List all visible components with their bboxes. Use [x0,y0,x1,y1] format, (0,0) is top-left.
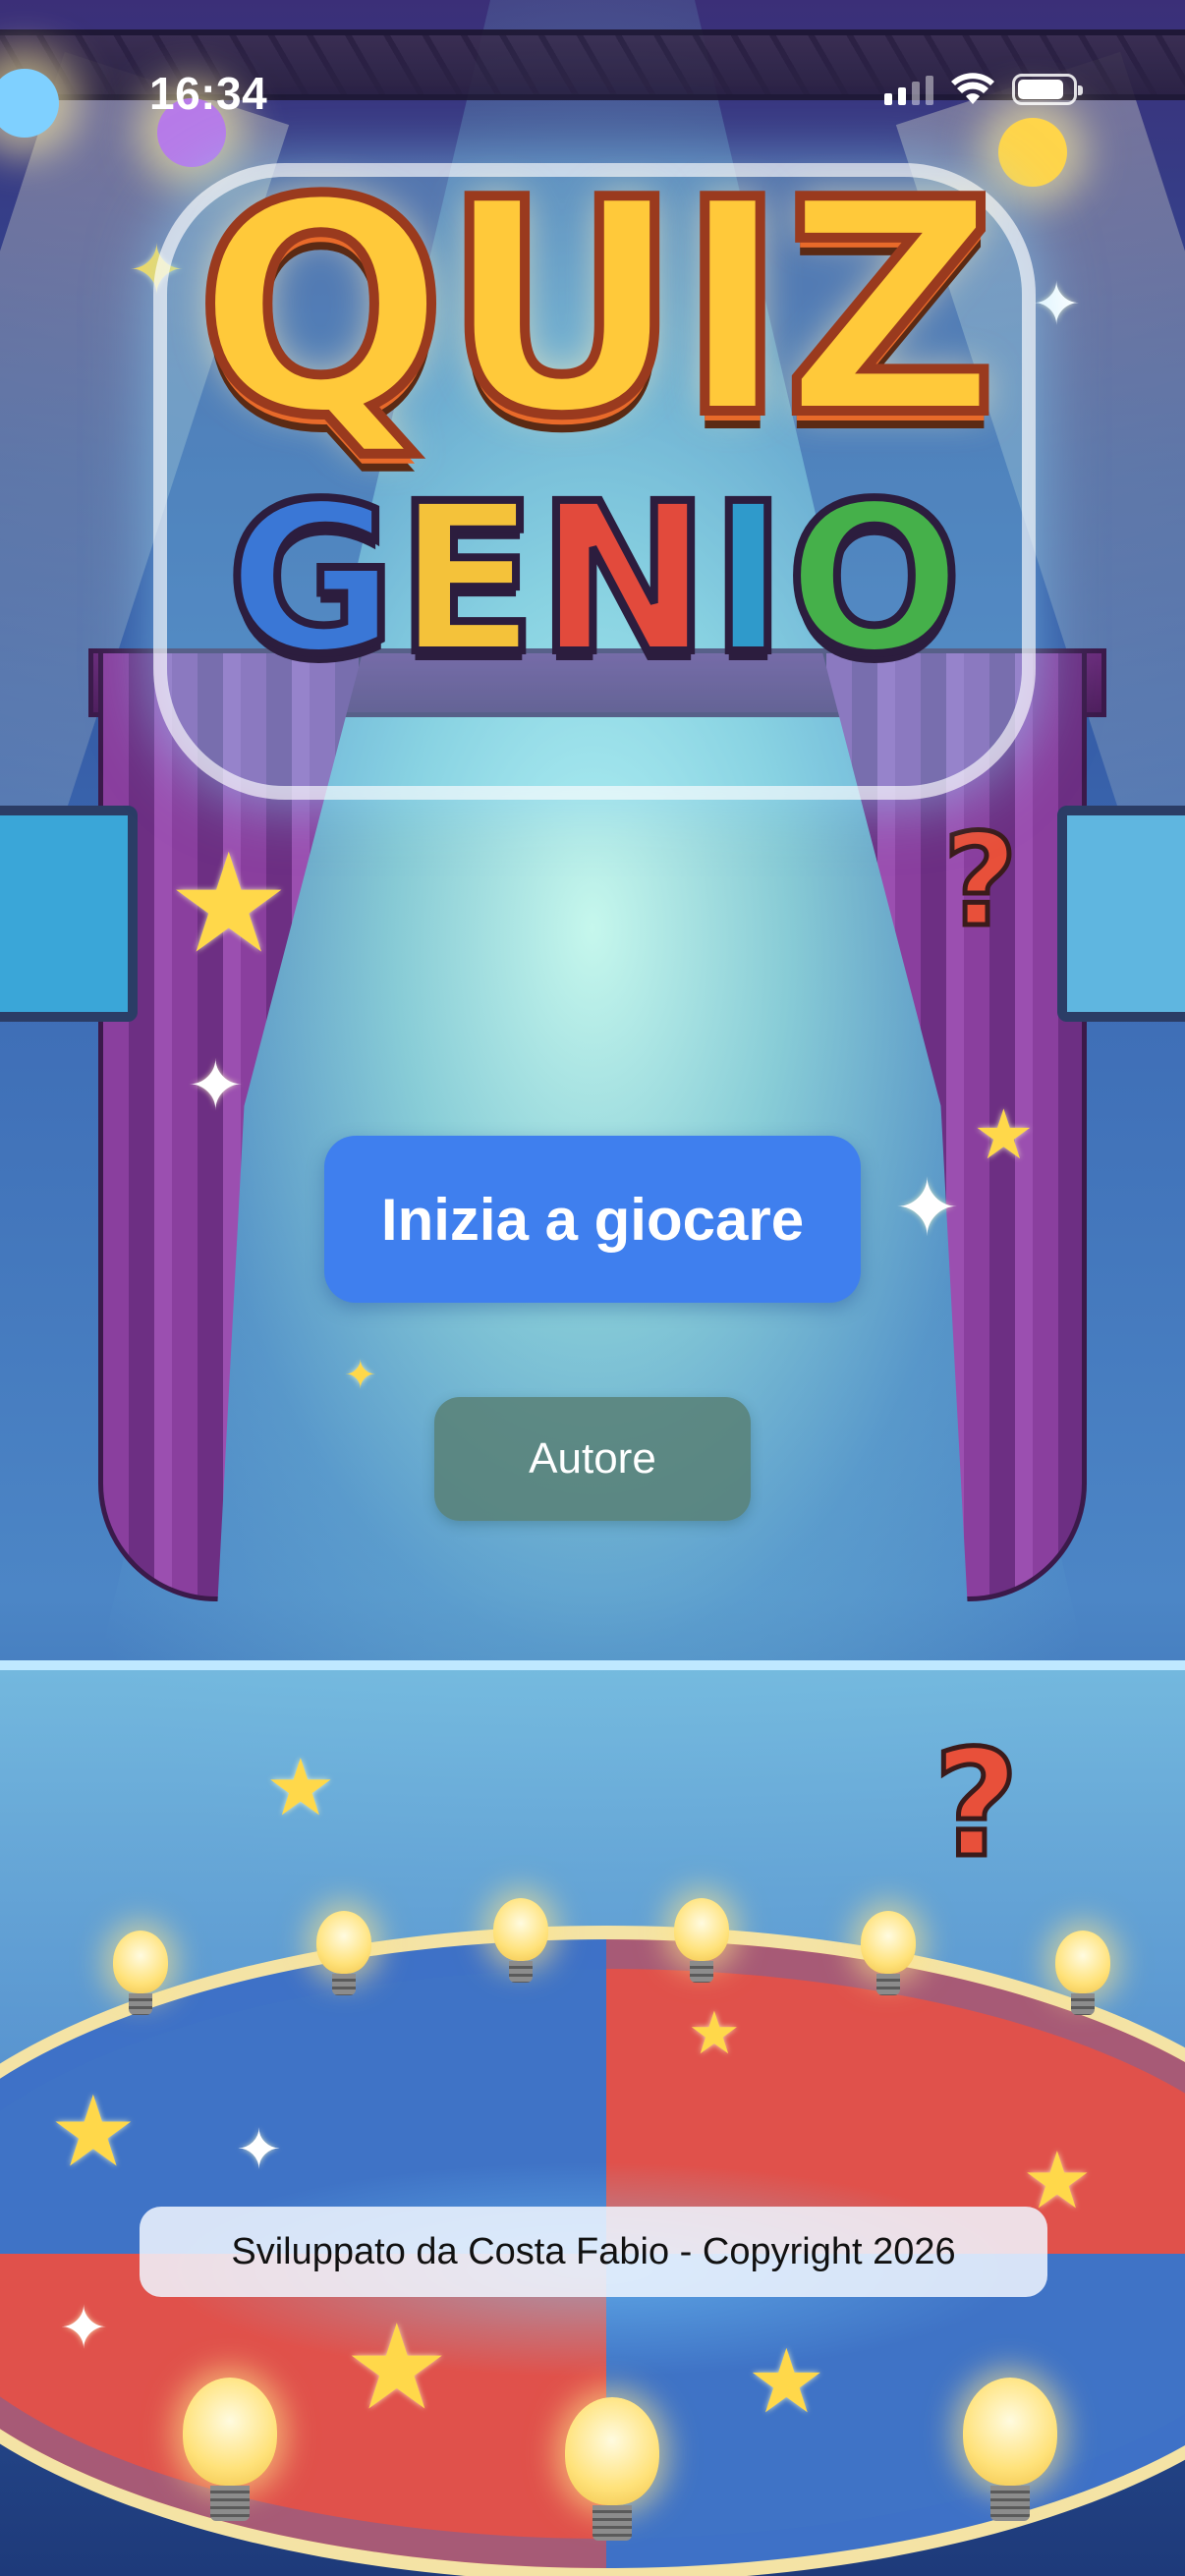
sparkle-icon: ✦ [187,1047,245,1124]
home-screen: ? ? ★ ★ ★ ★ ★ ★ ★ ★ ✦ ✦ ✦ ✦ ✦ ✦ ✦ 16:34 [0,0,1185,2576]
light-bulb-icon [861,1911,916,1995]
question-mark-icon: ? [931,1717,1021,1893]
wifi-icon [951,73,994,104]
star-icon: ★ [49,2077,138,2187]
question-mark-icon: ? [940,804,1019,958]
status-time: 16:34 [149,68,268,119]
sparkle-icon: ✦ [894,1164,961,1252]
author-button[interactable]: Autore [434,1397,751,1521]
science-board-icon [0,806,138,1022]
light-bulb-icon [183,2378,277,2521]
light-bulb-icon [963,2378,1057,2521]
sparkle-icon: ✦ [344,1354,377,1397]
star-icon: ★ [688,2000,741,2066]
sparkle-icon: ✦ [59,2295,109,2361]
star-icon: ★ [167,826,291,980]
light-bulb-icon [113,1931,168,2015]
light-bulb-icon [316,1911,371,1995]
light-bulb-icon [1055,1931,1110,2015]
star-icon: ★ [747,2333,826,2432]
star-icon: ★ [344,2302,450,2434]
copyright-footer: Sviluppato da Costa Fabio - Copyright 20… [140,2207,1047,2297]
logo-title-genio: GENIO [223,458,966,701]
star-icon: ★ [973,1096,1035,1173]
light-bulb-icon [493,1898,548,1983]
light-bulb-icon [674,1898,729,1983]
status-icons [884,73,1083,106]
battery-icon [1012,74,1083,105]
status-bar: 16:34 [0,0,1185,138]
sparkle-icon: ✦ [236,2118,282,2180]
start-game-button[interactable]: Inizia a giocare [324,1136,861,1303]
star-icon: ★ [265,1744,336,1831]
cellular-signal-icon [884,74,933,105]
sparkle-icon: ✦ [1032,271,1082,337]
logo-title-quiz: QUIZ [191,138,1002,480]
math-board-icon [1057,806,1185,1022]
app-logo: QUIZ GENIO [152,138,1037,776]
light-bulb-icon [565,2397,659,2541]
